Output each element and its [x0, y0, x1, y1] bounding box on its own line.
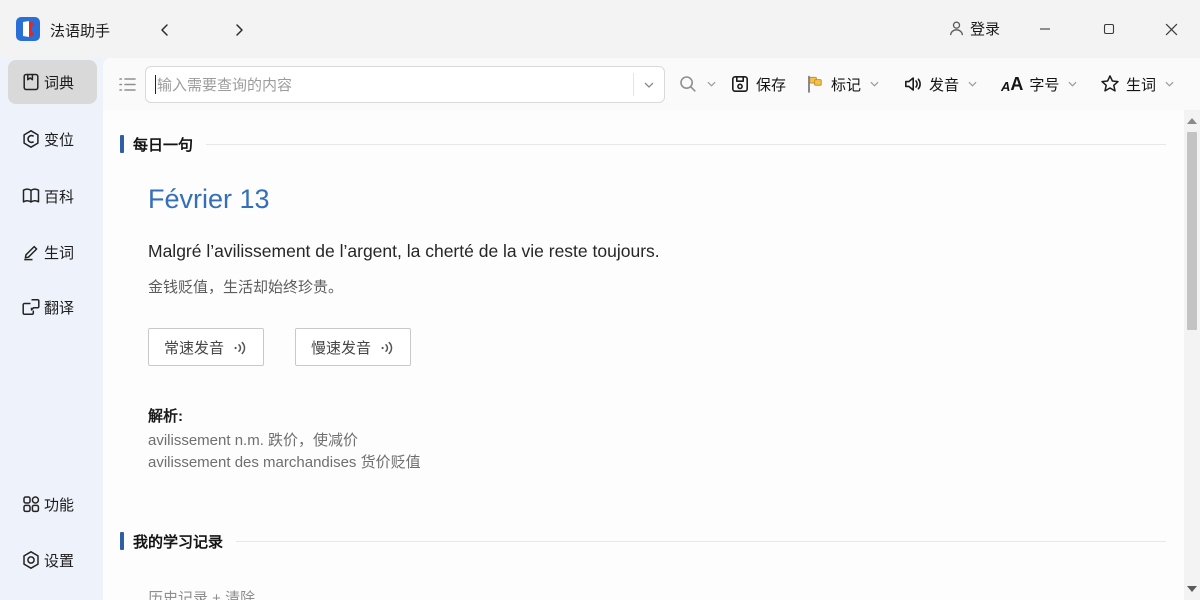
- main-panel: 输入需要查询的内容 保存: [103, 58, 1200, 600]
- save-button[interactable]: 保存: [730, 58, 786, 110]
- mark-label: 标记: [831, 74, 861, 95]
- chevron-down-icon[interactable]: [870, 81, 879, 87]
- sidebar: 词典 变位 百科 生词: [0, 58, 103, 600]
- encyclopedia-icon: [21, 186, 41, 206]
- normal-speed-label: 常速发音: [164, 337, 224, 358]
- text-caret: [155, 75, 156, 94]
- new-word-button[interactable]: 生词: [1100, 58, 1174, 110]
- search-placeholder: 输入需要查询的内容: [157, 74, 633, 95]
- analysis-line: avilissement n.m. 跌价，使减价: [148, 429, 358, 450]
- login-label: 登录: [970, 18, 1000, 39]
- font-size-label: 字号: [1029, 74, 1059, 95]
- sidebar-item-encyclopedia[interactable]: 百科: [8, 174, 97, 218]
- section-accent-bar: [120, 135, 124, 153]
- maximize-button[interactable]: [1086, 0, 1132, 58]
- section-divider: [236, 541, 1166, 542]
- sound-wave-icon: [233, 340, 248, 355]
- chevron-down-icon[interactable]: [707, 81, 716, 87]
- flag-icon: [805, 74, 825, 94]
- sidebar-item-conjugation[interactable]: 变位: [8, 117, 97, 161]
- sidebar-item-translate[interactable]: 翻译: [8, 285, 97, 329]
- star-icon: [1100, 74, 1120, 94]
- minimize-button[interactable]: [1022, 0, 1068, 58]
- sidebar-item-label: 设置: [44, 550, 74, 571]
- slow-speed-label: 慢速发音: [311, 337, 371, 358]
- sound-wave-icon: [380, 340, 395, 355]
- sidebar-item-dictionary[interactable]: 词典: [8, 60, 97, 104]
- scroll-down-arrow-icon[interactable]: [1187, 586, 1197, 592]
- chevron-down-icon[interactable]: [968, 81, 977, 87]
- section-accent-bar: [120, 532, 124, 550]
- normal-speed-button[interactable]: 常速发音: [148, 328, 264, 366]
- sidebar-item-label: 百科: [44, 186, 74, 207]
- font-size-icon: AA: [1001, 75, 1023, 93]
- pronounce-label: 发音: [929, 74, 959, 95]
- dictionary-icon: [21, 72, 41, 92]
- save-floppy-icon: [730, 74, 750, 94]
- history-list-icon[interactable]: [117, 74, 138, 95]
- close-button[interactable]: [1148, 0, 1194, 58]
- font-size-button[interactable]: AA 字号: [1001, 58, 1077, 110]
- content-area: 每日一句 Février 13 Malgré l’avilissement de…: [103, 110, 1184, 600]
- sidebar-item-settings[interactable]: 设置: [8, 538, 97, 582]
- user-icon: [948, 20, 965, 37]
- app-logo-icon: [16, 17, 40, 41]
- search-icon: [678, 74, 698, 94]
- back-arrow-icon[interactable]: [158, 23, 172, 37]
- app-title: 法语助手: [50, 20, 110, 41]
- daily-sentence-section-header: 每日一句: [120, 134, 1166, 154]
- section-divider: [206, 144, 1166, 145]
- new-word-label: 生词: [1126, 74, 1156, 95]
- mark-button[interactable]: 标记: [805, 58, 879, 110]
- history-record-partial-text[interactable]: 历史记录 + 清除: [148, 587, 255, 600]
- sidebar-item-label: 功能: [44, 494, 74, 515]
- daily-date[interactable]: Février 13: [148, 184, 270, 215]
- search-input[interactable]: 输入需要查询的内容: [145, 66, 665, 103]
- search-history-dropdown[interactable]: [634, 67, 664, 102]
- translate-icon: [21, 297, 41, 317]
- sidebar-item-label: 词典: [44, 72, 74, 93]
- sidebar-item-features[interactable]: 功能: [8, 482, 97, 526]
- analysis-label: 解析:: [148, 405, 183, 426]
- forward-arrow-icon[interactable]: [232, 23, 246, 37]
- chinese-translation: 金钱贬值，生活却始终珍贵。: [148, 276, 343, 297]
- settings-gear-icon: [21, 550, 41, 570]
- save-label: 保存: [756, 74, 786, 95]
- sidebar-item-label: 翻译: [44, 297, 74, 318]
- sidebar-item-wordlist[interactable]: 生词: [8, 230, 97, 274]
- conjugation-icon: [21, 129, 41, 149]
- chevron-down-icon[interactable]: [1165, 81, 1174, 87]
- login-button[interactable]: 登录: [948, 18, 1000, 39]
- titlebar: 法语助手 登录: [0, 0, 1200, 58]
- sidebar-item-label: 变位: [44, 129, 74, 150]
- section-title: 每日一句: [133, 134, 193, 155]
- sidebar-item-label: 生词: [44, 242, 74, 263]
- chevron-down-icon[interactable]: [1068, 81, 1077, 87]
- slow-speed-button[interactable]: 慢速发音: [295, 328, 411, 366]
- apps-grid-icon: [21, 494, 41, 514]
- section-title: 我的学习记录: [133, 531, 223, 552]
- wordlist-pencil-icon: [21, 242, 41, 262]
- scroll-up-arrow-icon[interactable]: [1187, 118, 1197, 124]
- french-sentence: Malgré l’avilissement de l’argent, la ch…: [148, 241, 660, 262]
- search-button[interactable]: [678, 58, 716, 110]
- toolbar: 输入需要查询的内容 保存: [103, 58, 1200, 110]
- vertical-scrollbar[interactable]: [1184, 110, 1200, 600]
- pronounce-button[interactable]: 发音: [903, 58, 977, 110]
- speaker-icon: [903, 74, 923, 94]
- scrollbar-thumb[interactable]: [1187, 132, 1197, 330]
- analysis-line: avilissement des marchandises 货价贬值: [148, 451, 421, 472]
- study-record-section-header: 我的学习记录: [120, 531, 1166, 551]
